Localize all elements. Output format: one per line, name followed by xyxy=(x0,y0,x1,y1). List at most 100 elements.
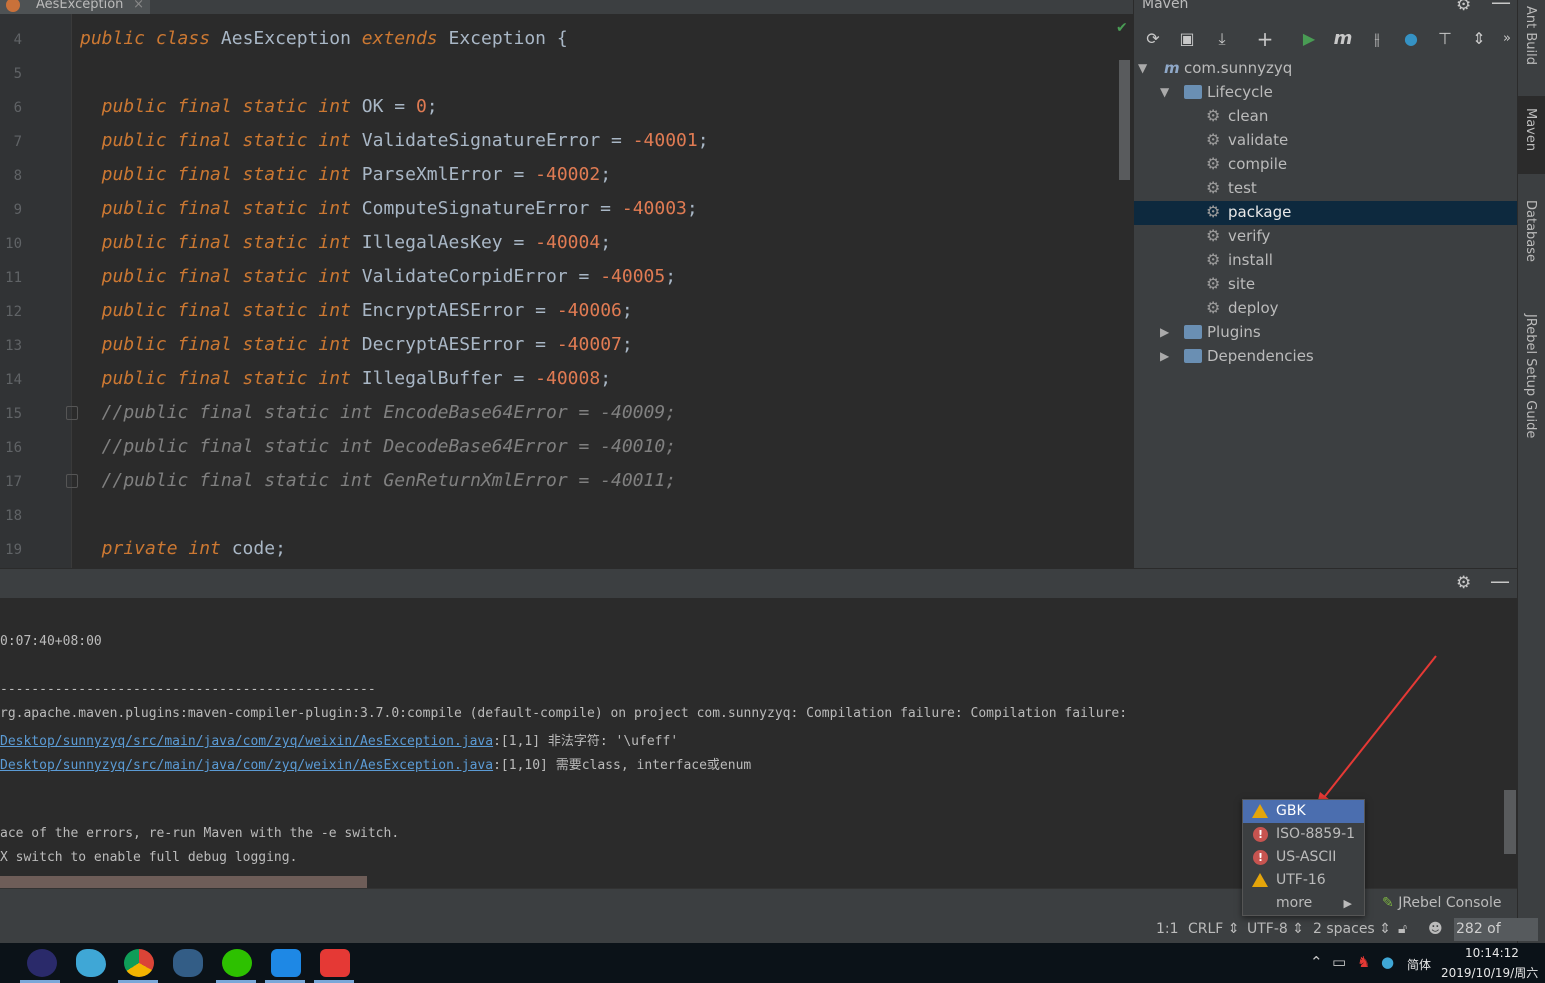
tray-qq-icon[interactable]: ♞ xyxy=(1357,953,1370,971)
code-token: ; xyxy=(600,164,612,185)
goal-gear-icon: ⚙ xyxy=(1206,250,1221,269)
run-icon[interactable]: ▶ xyxy=(1298,28,1320,50)
side-tab-database[interactable]: Database xyxy=(1523,200,1538,262)
line-number: 10 xyxy=(5,236,22,252)
ime-indicator[interactable]: 简体 xyxy=(1407,956,1431,973)
windows-taskbar: ⌃ ▭ ♞ ● 简体 10:14:12 2019/10/19/周六 xyxy=(0,943,1545,983)
lifecycle-goal-install[interactable]: ⚙ install xyxy=(1206,248,1273,272)
toggle-offline-icon[interactable]: ⫲ xyxy=(1366,28,1388,50)
expand-arrow-icon[interactable]: ▼ xyxy=(1138,56,1147,80)
code-token: AesException xyxy=(220,28,362,49)
maven-panel-title: Maven xyxy=(1142,0,1189,12)
tray-app-icon[interactable]: ● xyxy=(1381,953,1394,971)
console-header: ⚙ — xyxy=(0,568,1517,598)
fold-marker-icon[interactable] xyxy=(66,406,78,420)
editor-tab-aesexception[interactable]: AesException × xyxy=(0,0,150,14)
settings-gear-icon[interactable]: ⚙ xyxy=(1456,0,1471,15)
indent-widget[interactable]: 2 spaces ⇕ xyxy=(1313,921,1391,937)
console-hide-icon[interactable]: — xyxy=(1490,569,1510,593)
console-horizontal-scrollbar[interactable] xyxy=(0,876,367,888)
console-settings-gear-icon[interactable]: ⚙ xyxy=(1456,573,1471,593)
lifecycle-goal-deploy[interactable]: ⚙ deploy xyxy=(1206,296,1279,320)
code-line: public final static int EncryptAESError … xyxy=(80,300,633,321)
code-token: private int xyxy=(80,538,232,559)
wechat-app-icon[interactable] xyxy=(222,949,252,977)
feishu-app-icon[interactable] xyxy=(271,949,301,977)
goal-label: package xyxy=(1228,203,1292,221)
annotation-arrow xyxy=(1316,655,1437,808)
code-token: ComputeSignatureError = xyxy=(361,198,622,219)
console-line: 0:07:40+08:00 xyxy=(0,634,102,649)
lifecycle-goal-site[interactable]: ⚙ site xyxy=(1206,272,1255,296)
expand-arrow-icon[interactable]: ▼ xyxy=(1160,80,1169,104)
fold-marker-icon[interactable] xyxy=(66,474,78,488)
side-tab-maven[interactable]: Maven xyxy=(1523,108,1538,151)
encoding-option-label: ISO-8859-1 xyxy=(1276,826,1356,842)
maven-toolbar: ⟳ ▣ ⤓ + ▶ m ⫲ ● ⊤ ⇕ » xyxy=(1134,22,1518,56)
line-separator-widget[interactable]: CRLF ⇕ xyxy=(1188,921,1240,937)
mail-app-icon[interactable] xyxy=(320,949,350,977)
code-token: code; xyxy=(231,538,286,559)
tab-close-icon[interactable]: × xyxy=(133,0,144,14)
tray-network-icon[interactable]: ▭ xyxy=(1332,953,1346,971)
console-line: X switch to enable full debug logging. xyxy=(0,850,297,865)
add-project-icon[interactable]: + xyxy=(1254,28,1276,50)
lock-icon[interactable]: 🔓︎ xyxy=(1398,921,1407,937)
goal-gear-icon: ⚙ xyxy=(1206,106,1221,125)
console-text: :[1,1] 非法字符: '\ufeff' xyxy=(493,734,679,749)
editor-scrollbar[interactable] xyxy=(1119,60,1130,180)
file-link[interactable]: Desktop/sunnyzyq/src/main/java/com/zyq/w… xyxy=(0,758,493,773)
encoding-option-utf-16[interactable]: UTF-16 xyxy=(1243,869,1364,892)
console-vertical-scrollbar[interactable] xyxy=(1504,790,1516,854)
side-tab-jrebel-setup-guide[interactable]: JRebel Setup Guide xyxy=(1523,314,1538,438)
clock-date[interactable]: 2019/10/19/周六 xyxy=(1441,964,1538,981)
code-token: public final static int xyxy=(80,96,362,117)
jrebel-console-tab[interactable]: ✎ JRebel Console xyxy=(1382,895,1501,911)
maven-goal-icon[interactable]: m xyxy=(1332,28,1354,50)
goal-label: verify xyxy=(1228,227,1271,245)
popup-more-item[interactable]: more ▶ xyxy=(1243,892,1364,915)
caret-position[interactable]: 1:1 xyxy=(1156,921,1179,937)
memory-indicator[interactable]: 282 of 725M xyxy=(1454,918,1538,960)
bird-app-icon[interactable] xyxy=(76,949,106,977)
generate-sources-icon[interactable]: ▣ xyxy=(1176,28,1198,50)
goal-gear-icon: ⚙ xyxy=(1206,130,1221,149)
show-dependencies-icon[interactable]: ⊤ xyxy=(1434,28,1456,50)
more-tools-chevron-icon[interactable]: » xyxy=(1496,28,1518,50)
lifecycle-goal-verify[interactable]: ⚙ verify xyxy=(1206,224,1270,248)
lifecycle-goal-clean[interactable]: ⚙ clean xyxy=(1206,104,1268,128)
eclipse-app-icon[interactable] xyxy=(27,949,57,977)
reimport-icon[interactable]: ⟳ xyxy=(1142,28,1164,50)
goal-label: compile xyxy=(1228,155,1288,173)
encoding-widget[interactable]: UTF-8 ⇕ xyxy=(1247,921,1304,937)
lifecycle-goal-validate[interactable]: ⚙ validate xyxy=(1206,128,1288,152)
code-editor[interactable]: AesException × 4 public class AesExceptio… xyxy=(0,0,1133,568)
code-token: public final static int xyxy=(80,198,362,219)
console-line: rg.apache.maven.plugins:maven-compiler-p… xyxy=(0,706,1127,721)
goal-label: test xyxy=(1228,179,1257,197)
clock-time[interactable]: 10:14:12 xyxy=(1465,946,1519,960)
collapse-all-icon[interactable]: ⇕ xyxy=(1468,28,1490,50)
code-token: OK = xyxy=(361,96,416,117)
lifecycle-goal-package[interactable]: ⚙ package xyxy=(1206,200,1291,224)
inspector-icon[interactable]: ☻ xyxy=(1428,921,1443,937)
chrome-app-icon[interactable] xyxy=(124,949,154,977)
collapse-arrow-icon[interactable]: ▶ xyxy=(1160,344,1169,368)
postgres-app-icon[interactable] xyxy=(173,949,203,977)
tray-expand-chevron-icon[interactable]: ⌃ xyxy=(1310,953,1323,971)
encoding-option-us-ascii[interactable]: ! US-ASCII xyxy=(1243,846,1364,869)
skip-tests-icon[interactable]: ● xyxy=(1400,28,1422,50)
encoding-option-gbk[interactable]: GBK xyxy=(1243,800,1364,823)
right-tool-strip: Ant Build Maven Database JRebel Setup Gu… xyxy=(1517,0,1545,943)
code-token: -40006 xyxy=(556,300,622,321)
line-number: 12 xyxy=(5,304,22,320)
download-icon[interactable]: ⤓ xyxy=(1211,28,1233,50)
lifecycle-goal-test[interactable]: ⚙ test xyxy=(1206,176,1257,200)
hide-panel-icon[interactable]: — xyxy=(1491,0,1511,14)
collapse-arrow-icon[interactable]: ▶ xyxy=(1160,320,1169,344)
side-tab-ant-build[interactable]: Ant Build xyxy=(1523,6,1538,65)
lifecycle-goal-compile[interactable]: ⚙ compile xyxy=(1206,152,1287,176)
file-link[interactable]: Desktop/sunnyzyq/src/main/java/com/zyq/w… xyxy=(0,734,493,749)
encoding-option-iso-8859-1[interactable]: ! ISO-8859-1 xyxy=(1243,823,1364,846)
goal-gear-icon: ⚙ xyxy=(1206,274,1221,293)
